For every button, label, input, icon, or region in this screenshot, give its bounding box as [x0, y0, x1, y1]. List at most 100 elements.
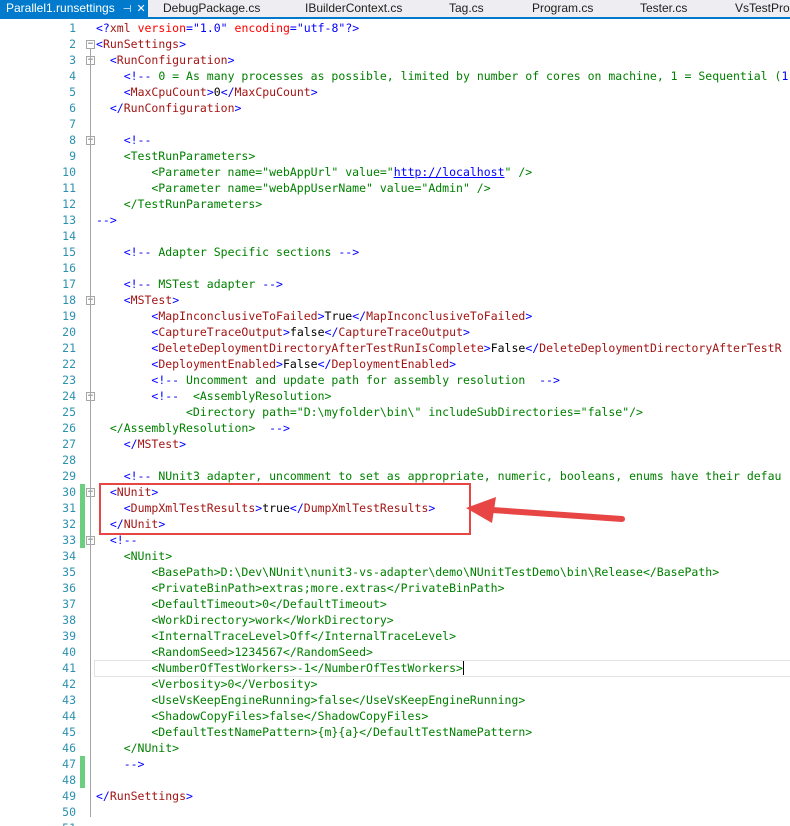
code-line[interactable]: 16: [0, 260, 790, 276]
code-line[interactable]: 42 <Verbosity>0</Verbosity>: [0, 676, 790, 692]
code-line[interactable]: 38 <WorkDirectory>work</WorkDirectory>: [0, 612, 790, 628]
code-line[interactable]: 39 <InternalTraceLevel>Off</InternalTrac…: [0, 628, 790, 644]
code-token: =": [289, 21, 304, 35]
code-line[interactable]: 18− <MSTest>: [0, 292, 790, 308]
code-line[interactable]: 27 </MSTest>: [0, 436, 790, 452]
tab-tester-cs[interactable]: Tester.cs: [634, 0, 687, 17]
code-line[interactable]: 34 <NUnit>: [0, 548, 790, 564]
code-line[interactable]: 6 </RunConfiguration>: [0, 100, 790, 116]
code-line[interactable]: 2 − <RunSettings>: [0, 36, 790, 52]
code-line[interactable]: 44 <ShadowCopyFiles>false</ShadowCopyFil…: [0, 708, 790, 724]
tab-vstestproc[interactable]: VsTestProc: [729, 0, 790, 17]
code-token: False: [490, 341, 526, 355]
code-line[interactable]: 49 </RunSettings>: [0, 788, 790, 804]
code-line[interactable]: 14: [0, 228, 790, 244]
code-token[interactable]: http://localhost: [394, 165, 505, 179]
code-line[interactable]: 9 <TestRunParameters>: [0, 148, 790, 164]
code-token: RunSettings: [102, 37, 180, 51]
code-line[interactable]: 7: [0, 116, 790, 132]
code-token: False: [282, 357, 318, 371]
tab-ibuildercontext-cs[interactable]: IBuilderContext.cs: [299, 0, 402, 17]
code-token: MaxCpuCount: [130, 85, 207, 99]
code-line[interactable]: 40 <RandomSeed>1234567</RandomSeed>: [0, 644, 790, 660]
code-line[interactable]: 47 -->: [0, 756, 790, 772]
code-line[interactable]: 25 <Directory path="D:\myfolder\bin\" in…: [0, 404, 790, 420]
line-number: 28: [62, 453, 76, 467]
code-token: <!--: [123, 133, 152, 147]
code-text: <!-- Uncomment and update path for assem…: [96, 372, 560, 388]
code-line[interactable]: 51: [0, 820, 790, 826]
code-line[interactable]: 11 <Parameter name="webAppUserName" valu…: [0, 180, 790, 196]
code-line[interactable]: 26 </AssemblyResolution> -->: [0, 420, 790, 436]
line-number: 34: [62, 549, 76, 563]
code-line[interactable]: 1 <?xml version="1.0" encoding="utf-8"?>: [0, 20, 790, 36]
code-token: MapInconclusiveToFailed: [366, 309, 526, 323]
code-line[interactable]: 46 </NUnit>: [0, 740, 790, 756]
code-line[interactable]: 17 <!-- MSTest adapter -->: [0, 276, 790, 292]
code-token: false: [289, 325, 325, 339]
close-icon[interactable]: ✕: [136, 3, 145, 15]
line-number: 21: [62, 341, 76, 355]
collapse-icon[interactable]: −: [86, 40, 95, 49]
code-line[interactable]: 23 <!-- Uncomment and update path for as…: [0, 372, 790, 388]
pin-icon[interactable]: ⊣: [123, 4, 132, 15]
code-line[interactable]: 5 <MaxCpuCount>0</MaxCpuCount>: [0, 84, 790, 100]
code-line[interactable]: 13 -->: [0, 212, 790, 228]
tab-program-cs[interactable]: Program.cs: [526, 0, 593, 17]
code-token: <NumberOfTestWorkers>-1</NumberOfTestWor…: [96, 661, 463, 675]
code-token: =": [186, 21, 200, 35]
code-token: <DefaultTimeout>0</DefaultTimeout>: [96, 597, 387, 611]
code-line[interactable]: 35 <BasePath>D:\Dev\NUnit\nunit3-vs-adap…: [0, 564, 790, 580]
code-line[interactable]: 45 <DefaultTestNamePattern>{m}{a}</Defau…: [0, 724, 790, 740]
code-text: <UseVsKeepEngineRunning>false</UseVsKeep…: [96, 692, 525, 708]
code-line[interactable]: 10 <Parameter name="webAppUrl" value="ht…: [0, 164, 790, 180]
code-token: MSTest adapter: [151, 277, 263, 291]
code-line[interactable]: 22 <DeploymentEnabled>False</DeploymentE…: [0, 356, 790, 372]
document-tab-bar: Parallel1.runsettings ⊣ ✕ DebugPackage.cs …: [0, 0, 790, 19]
line-number: 35: [62, 565, 76, 579]
outline-guide: [90, 65, 91, 113]
line-number: 32: [62, 517, 76, 531]
code-token: >: [276, 357, 283, 371]
code-text: <BasePath>D:\Dev\NUnit\nunit3-vs-adapter…: [96, 564, 719, 580]
code-token: ": [220, 21, 228, 35]
code-editor[interactable]: 1 <?xml version="1.0" encoding="utf-8"?> 2…: [0, 19, 790, 826]
code-line[interactable]: 4 <!-- 0 = As many processes as possible…: [0, 68, 790, 84]
line-number: 36: [62, 581, 76, 595]
code-token: <: [123, 85, 131, 99]
tab-tag-cs[interactable]: Tag.cs: [443, 0, 484, 17]
tab-label: IBuilderContext.cs: [305, 1, 403, 15]
code-line[interactable]: 48: [0, 772, 790, 788]
code-token: </: [96, 789, 110, 803]
code-token: <AssemblyResolution>: [179, 389, 332, 403]
code-line[interactable]: 24− <!-- <AssemblyResolution>: [0, 388, 790, 404]
code-line[interactable]: 8− <!--: [0, 132, 790, 148]
code-line[interactable]: 12 </TestRunParameters>: [0, 196, 790, 212]
code-line[interactable]: 20 <CaptureTraceOutput>false</CaptureTra…: [0, 324, 790, 340]
line-number: 41: [62, 661, 76, 675]
line-number: 25: [62, 405, 76, 419]
code-line[interactable]: 29 <!-- NUnit3 adapter, uncomment to set…: [0, 468, 790, 484]
code-line[interactable]: 3− <RunConfiguration>: [0, 52, 790, 68]
code-line[interactable]: 37 <DefaultTimeout>0</DefaultTimeout>: [0, 596, 790, 612]
code-line[interactable]: 43 <UseVsKeepEngineRunning>false</UseVsK…: [0, 692, 790, 708]
tab-debugpackage-cs[interactable]: DebugPackage.cs: [157, 0, 260, 17]
code-line[interactable]: 41 <NumberOfTestWorkers>-1</NumberOfTest…: [0, 660, 790, 677]
code-line[interactable]: 50: [0, 804, 790, 820]
code-line[interactable]: 28: [0, 452, 790, 468]
tab-parallel1-runsettings[interactable]: Parallel1.runsettings ⊣ ✕: [0, 0, 148, 17]
change-marker: [80, 516, 85, 532]
line-number: 14: [62, 229, 76, 243]
code-text: <RunSettings>: [96, 36, 186, 52]
code-token: </: [525, 341, 540, 355]
code-line[interactable]: 21 <DeleteDeploymentDirectoryAfterTestRu…: [0, 340, 790, 356]
code-line[interactable]: 15 <!-- Adapter Specific sections -->: [0, 244, 790, 260]
code-line[interactable]: 36 <PrivateBinPath>extras;more.extras</P…: [0, 580, 790, 596]
code-line[interactable]: 19 <MapInconclusiveToFailed>True</MapInc…: [0, 308, 790, 324]
line-number: 30: [62, 485, 76, 499]
